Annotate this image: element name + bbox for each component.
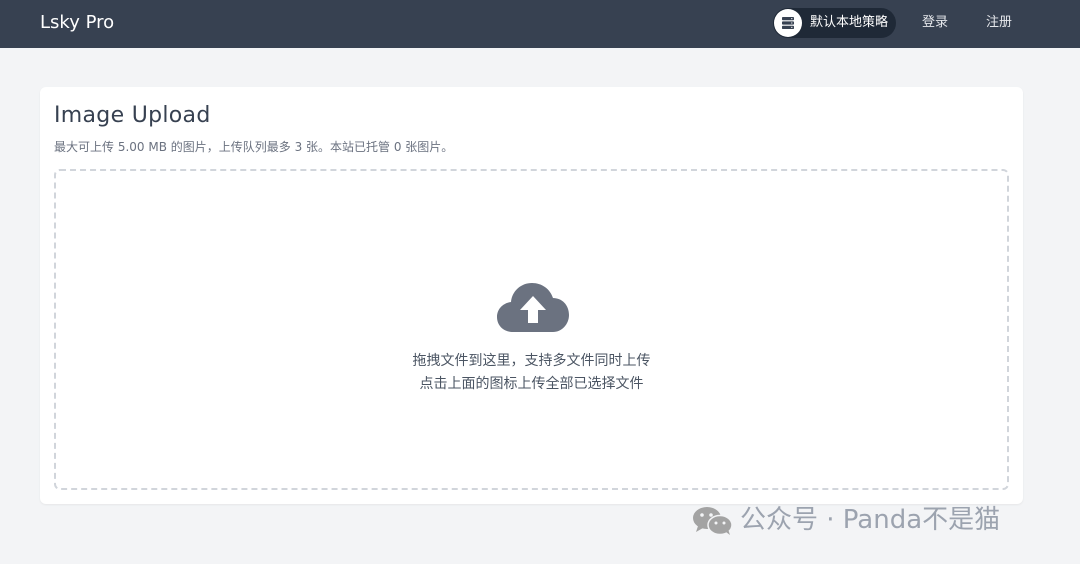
strategy-label: 默认本地策略 [810, 15, 889, 30]
server-icon [774, 9, 802, 37]
upload-card: Image Upload 最大可上传 5.00 MB 的图片，上传队列最多 3 … [40, 87, 1023, 504]
login-link[interactable]: 登录 [922, 14, 948, 32]
watermark: 公众号 · Panda不是猫 [692, 504, 1052, 536]
page-title: Image Upload [54, 103, 211, 128]
strategy-selector-button[interactable]: 默认本地策略 [773, 8, 896, 38]
dropzone-instruction-secondary: 点击上面的图标上传全部已选择文件 [419, 376, 644, 392]
watermark-text: 公众号 · Panda不是猫 [740, 505, 1001, 535]
top-navbar: Lsky Pro 默认本地策略 登录 注册 [0, 0, 1080, 48]
register-link[interactable]: 注册 [986, 14, 1012, 32]
wechat-icon [693, 507, 733, 536]
upload-dropzone[interactable]: 拖拽文件到这里，支持多文件同时上传 点击上面的图标上传全部已选择文件 [54, 169, 1009, 490]
cloud-upload-icon[interactable] [497, 282, 569, 334]
brand-logo-text[interactable]: Lsky Pro [40, 11, 114, 35]
dropzone-instruction-primary: 拖拽文件到这里，支持多文件同时上传 [412, 353, 651, 369]
upload-limits-text: 最大可上传 5.00 MB 的图片，上传队列最多 3 张。本站已托管 0 张图片… [54, 140, 454, 154]
